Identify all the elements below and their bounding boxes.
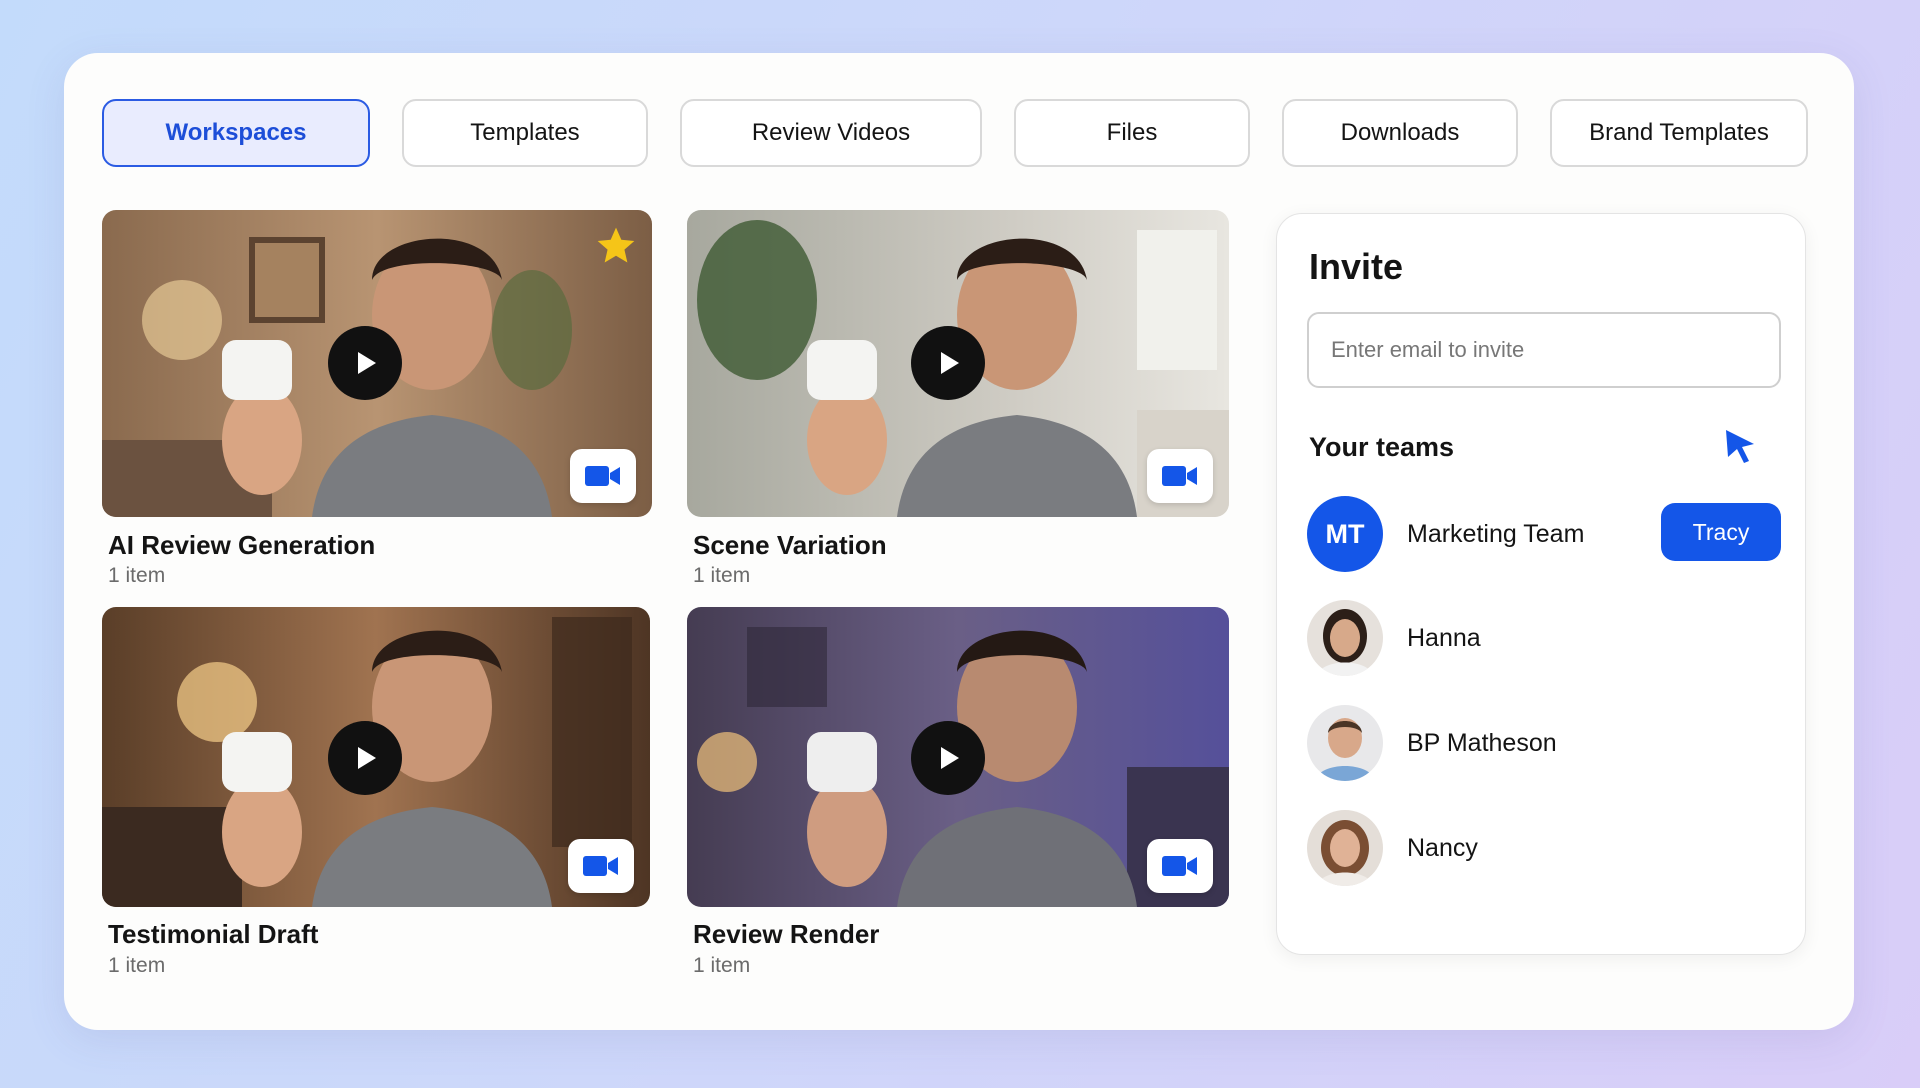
card-item-count: 1 item bbox=[108, 564, 166, 587]
tab-label: Workspaces bbox=[165, 119, 307, 146]
tab-workspaces[interactable]: Workspaces bbox=[102, 99, 370, 167]
tracy-button[interactable]: Tracy bbox=[1661, 503, 1781, 561]
card-title: Testimonial Draft bbox=[108, 919, 319, 949]
card-title: AI Review Generation bbox=[108, 530, 376, 560]
play-icon bbox=[358, 352, 376, 374]
video-camera-icon bbox=[583, 856, 618, 876]
play-icon bbox=[358, 747, 376, 769]
video-type-badge bbox=[1147, 449, 1213, 503]
video-type-badge bbox=[1147, 839, 1213, 893]
star-icon[interactable] bbox=[594, 224, 638, 268]
card-title: Scene Variation bbox=[693, 530, 887, 560]
play-button[interactable] bbox=[911, 326, 985, 400]
card-item-count: 1 item bbox=[108, 954, 166, 977]
member-name: Nancy bbox=[1407, 834, 1478, 862]
video-camera-icon bbox=[1162, 856, 1197, 876]
invite-email-input[interactable] bbox=[1307, 312, 1781, 388]
team-row-bp-matheson[interactable]: BP Matheson bbox=[1307, 705, 1777, 781]
video-thumbnail[interactable] bbox=[687, 210, 1229, 517]
video-type-badge bbox=[570, 449, 636, 503]
play-button[interactable] bbox=[328, 721, 402, 795]
video-camera-icon bbox=[585, 466, 620, 486]
video-thumbnail[interactable] bbox=[102, 607, 650, 907]
invite-panel: Invite Your teams MT Marketing Team Trac… bbox=[1276, 213, 1806, 955]
play-button[interactable] bbox=[911, 721, 985, 795]
tab-label: Files bbox=[1106, 119, 1158, 146]
tab-label: Downloads bbox=[1340, 119, 1460, 146]
video-camera-icon bbox=[1162, 466, 1197, 486]
card-title: Review Render bbox=[693, 919, 880, 949]
tab-review-videos[interactable]: Review Videos bbox=[680, 99, 982, 167]
mouse-pointer-icon bbox=[1726, 430, 1754, 463]
play-button[interactable] bbox=[328, 326, 402, 400]
tab-brand-templates[interactable]: Brand Templates bbox=[1550, 99, 1808, 167]
member-name: BP Matheson bbox=[1407, 729, 1557, 757]
avatar bbox=[1307, 600, 1383, 676]
video-type-badge bbox=[568, 839, 634, 893]
avatar bbox=[1307, 705, 1383, 781]
tab-files[interactable]: Files bbox=[1014, 99, 1250, 167]
tab-label: Templates bbox=[470, 119, 580, 146]
avatar bbox=[1307, 810, 1383, 886]
team-row-marketing-team[interactable]: MT Marketing Team Tracy bbox=[1307, 496, 1781, 572]
card-item-count: 1 item bbox=[693, 954, 751, 977]
tab-templates[interactable]: Templates bbox=[402, 99, 648, 167]
tab-label: Review Videos bbox=[751, 119, 911, 146]
video-thumbnail[interactable] bbox=[687, 607, 1229, 907]
member-name: Hanna bbox=[1407, 624, 1481, 652]
invite-title: Invite bbox=[1309, 246, 1404, 287]
card-item-count: 1 item bbox=[693, 564, 751, 587]
main-panel: Workspaces Templates Review Videos Files… bbox=[64, 53, 1854, 1030]
member-name: Marketing Team bbox=[1407, 520, 1585, 548]
tab-downloads[interactable]: Downloads bbox=[1282, 99, 1518, 167]
your-teams-heading: Your teams bbox=[1309, 432, 1455, 462]
play-icon bbox=[941, 747, 959, 769]
tab-label: Brand Templates bbox=[1589, 119, 1769, 146]
team-row-nancy[interactable]: Nancy bbox=[1307, 810, 1777, 886]
play-icon bbox=[941, 352, 959, 374]
video-thumbnail[interactable] bbox=[102, 210, 652, 517]
team-row-hanna[interactable]: Hanna bbox=[1307, 600, 1777, 676]
team-avatar: MT bbox=[1307, 496, 1383, 572]
